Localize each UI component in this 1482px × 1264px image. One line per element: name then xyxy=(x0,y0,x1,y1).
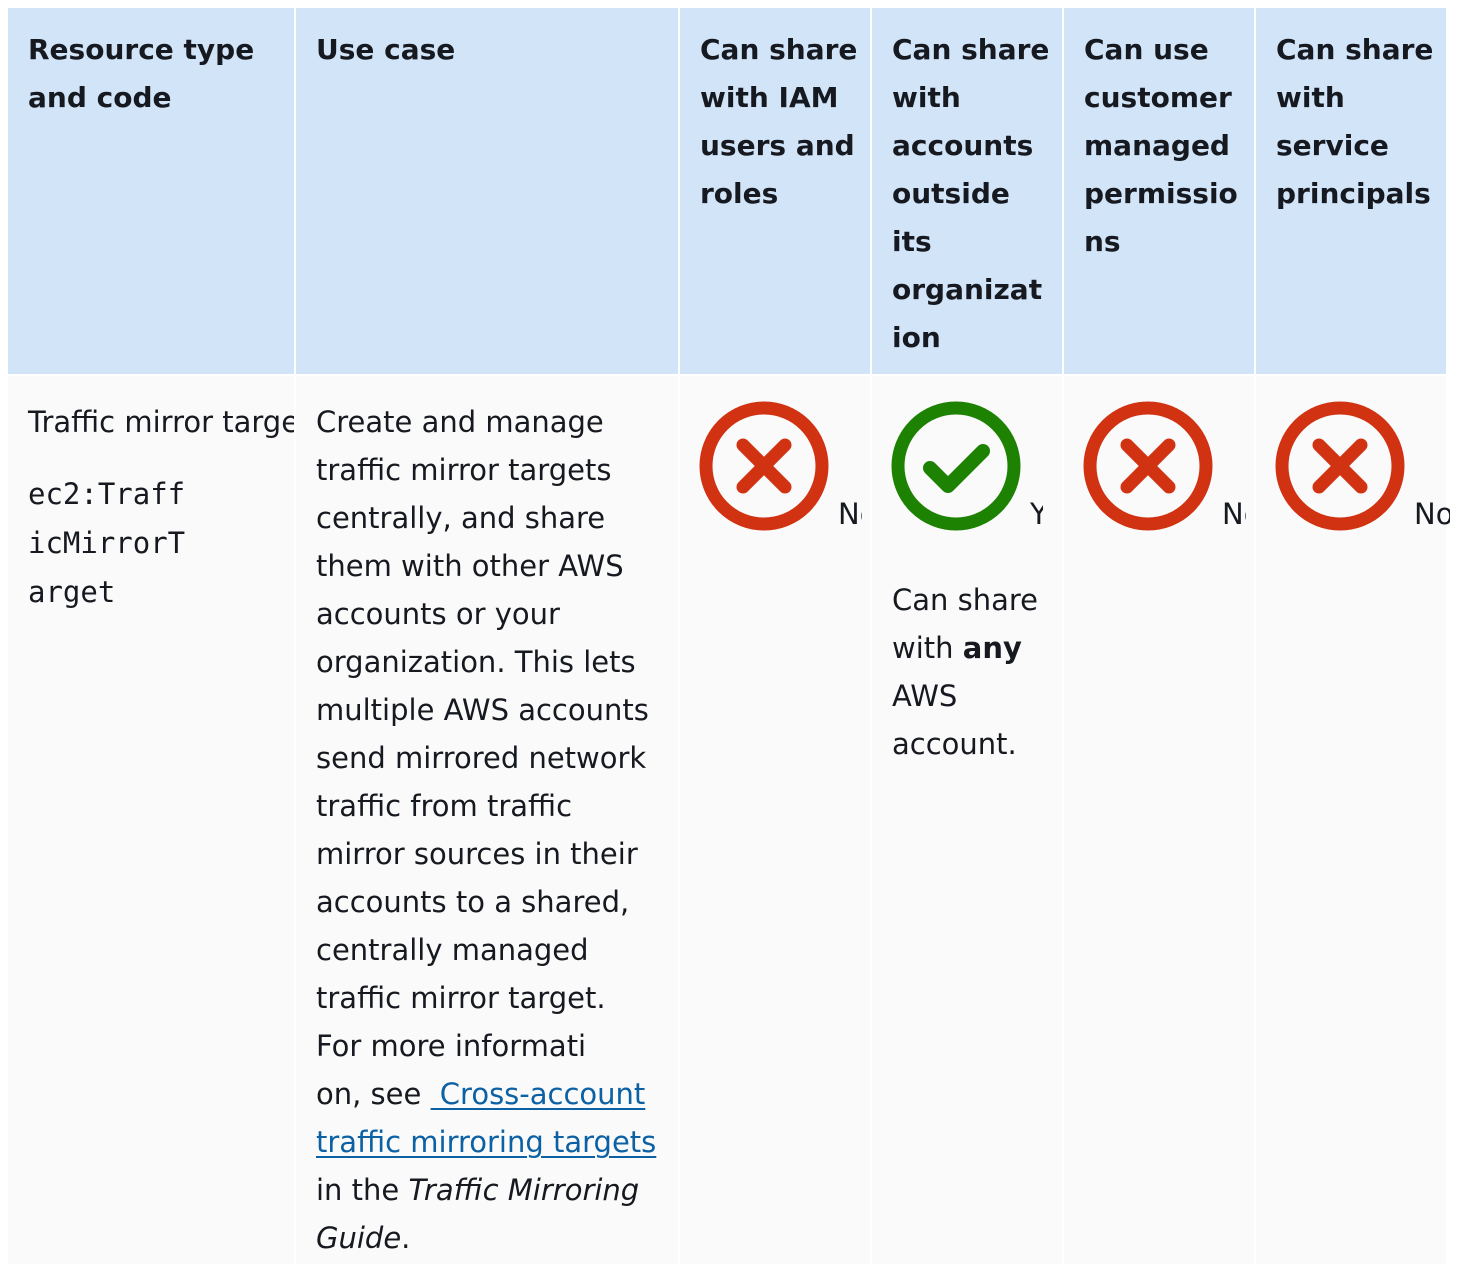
status-text: Yes xyxy=(1030,497,1043,531)
cell-use-case: Create and manage traffic mirror targets… xyxy=(296,376,678,1264)
cell-customer-managed: No xyxy=(1064,376,1254,1264)
status-text: No xyxy=(838,497,862,531)
cell-iam-users-roles: No xyxy=(680,376,870,1264)
cell-service-principals: No xyxy=(1256,376,1450,1264)
cell-outside-org: Yes Can share with any AWS account. xyxy=(872,376,1062,1264)
status-text: No xyxy=(1414,497,1450,531)
header-iam-users-roles: Can share with IAM users and roles xyxy=(680,8,870,374)
header-use-case: Use case xyxy=(296,8,678,374)
error-x-icon xyxy=(1275,401,1405,531)
sharing-note: Can share with any AWS account. xyxy=(892,583,1039,761)
header-customer-managed: Can use customer managed permissio ns xyxy=(1064,8,1254,374)
resource-code: ec2:Traff icMirrorT arget xyxy=(28,477,186,609)
cell-resource-type: Traffic mirror target ec2:Traff icMirror… xyxy=(8,376,294,1264)
success-check-icon xyxy=(891,401,1021,531)
cross-account-link-cont[interactable]: traffic mirroring targets xyxy=(316,1125,656,1159)
cross-account-link[interactable]: Cross-account xyxy=(431,1077,646,1111)
header-outside-org: Can share with accounts outside its orga… xyxy=(872,8,1062,374)
header-service-principals: Can share with service principals xyxy=(1256,8,1446,374)
permissions-table: Resource type and code Use case Can shar… xyxy=(8,8,1450,1264)
status-text: No xyxy=(1222,497,1246,531)
error-x-icon xyxy=(1083,401,1213,531)
error-x-icon xyxy=(699,401,829,531)
header-resource-type: Resource type and code xyxy=(8,8,294,374)
resource-type-name: Traffic mirror target xyxy=(28,405,294,439)
